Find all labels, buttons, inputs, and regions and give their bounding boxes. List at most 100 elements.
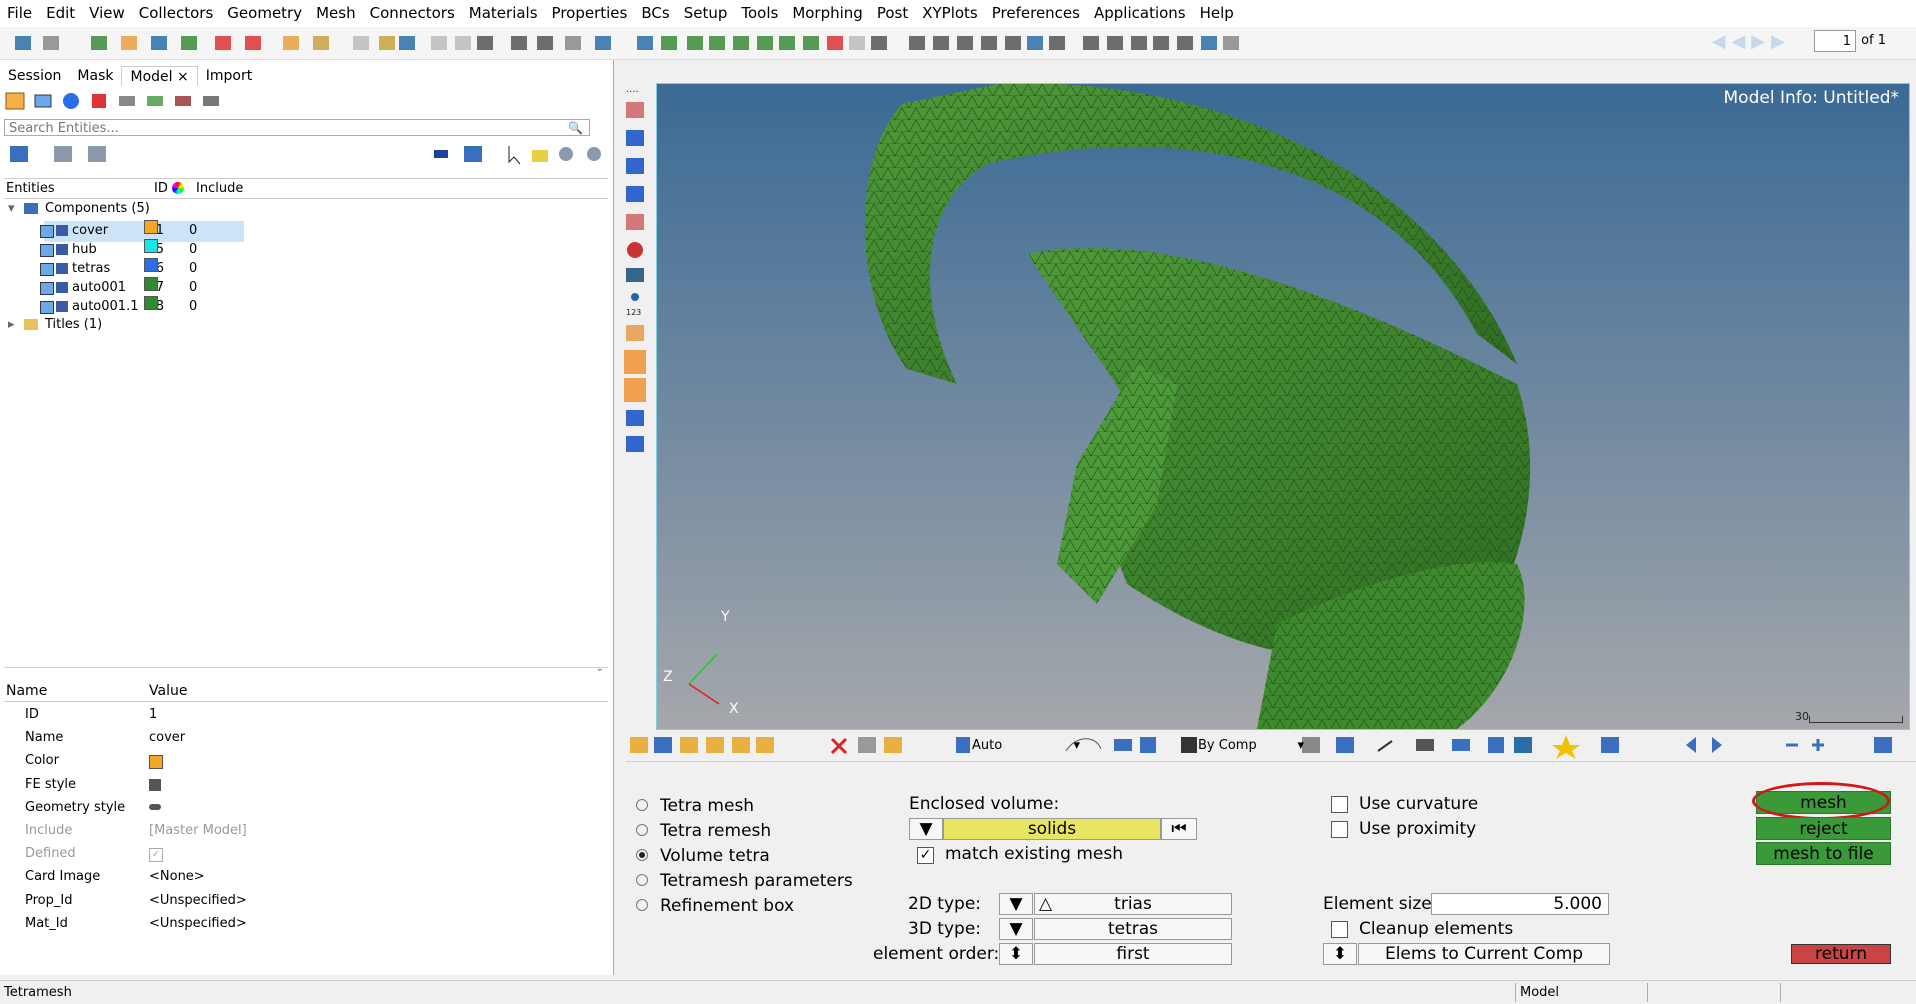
toolbar-tool-icon[interactable] <box>978 32 1000 54</box>
display-mode-select[interactable]: Auto ▾ <box>972 737 1084 755</box>
toolbar-tool-icon[interactable] <box>906 32 928 54</box>
tab-mask[interactable]: Mask <box>69 66 121 86</box>
radio-tetramesh-parameters[interactable]: Tetramesh parameters <box>636 871 853 891</box>
toolbar-tool-icon[interactable] <box>1220 32 1242 54</box>
menu-edit[interactable]: Edit <box>39 0 82 27</box>
toolbar-tool-icon[interactable] <box>1046 32 1068 54</box>
toolbar-tool-icon[interactable] <box>684 32 706 54</box>
component-color-swatch[interactable] <box>144 296 158 310</box>
menu-setup[interactable]: Setup <box>677 0 735 27</box>
expand-icon[interactable]: ▸ <box>8 314 15 336</box>
page-number-field[interactable]: 1 <box>1814 30 1856 52</box>
toolbar-tool-icon[interactable] <box>242 32 264 54</box>
use-curvature-checkbox[interactable] <box>1331 796 1348 813</box>
menu-help[interactable]: Help <box>1193 0 1241 27</box>
elems-to-current-comp[interactable]: Elems to Current Comp <box>1358 943 1610 965</box>
toolbar-tool-icon[interactable] <box>776 32 798 54</box>
radio-tetra-mesh[interactable]: Tetra mesh <box>636 796 754 816</box>
reset-selection-button[interactable]: ⏮ <box>1161 818 1197 840</box>
color-swatch[interactable] <box>149 755 163 770</box>
menu-view[interactable]: View <box>82 0 132 27</box>
close-icon[interactable]: × <box>177 69 189 85</box>
menu-tools[interactable]: Tools <box>734 0 785 27</box>
property-row[interactable]: Mat_Id <Unspecified> <box>4 912 608 935</box>
component-color-swatch[interactable] <box>144 258 158 272</box>
toolbar-tool-icon[interactable] <box>12 32 34 54</box>
toolbar-tool-icon[interactable] <box>1128 32 1150 54</box>
tree-components-group[interactable]: ▾ Components (5) <box>4 198 608 220</box>
type3d-value[interactable]: tetras <box>1034 918 1232 940</box>
tree-titles-group[interactable]: ▸ Titles (1) <box>4 314 608 336</box>
toolbar-tool-icon[interactable] <box>88 32 110 54</box>
component-visibility-icon[interactable] <box>40 301 54 314</box>
toolbar-tool-icon[interactable] <box>534 32 556 54</box>
reject-button[interactable]: reject <box>1756 817 1891 840</box>
toolbar-tool-icon[interactable] <box>1002 32 1024 54</box>
toolbar-tool-icon[interactable] <box>178 32 200 54</box>
menu-materials[interactable]: Materials <box>462 0 545 27</box>
component-visibility-icon[interactable] <box>40 244 54 257</box>
collapse-icon[interactable]: ▾ <box>8 198 15 220</box>
menu-post[interactable]: Post <box>870 0 915 27</box>
component-color-swatch[interactable] <box>144 277 158 291</box>
type2d-dropdown[interactable]: ▼ <box>999 893 1033 915</box>
color-mode-select[interactable]: By Comp ▾ <box>1198 737 1308 755</box>
search-input[interactable]: Search Entities... <box>4 119 590 136</box>
menu-xyplots[interactable]: XYPlots <box>915 0 985 27</box>
search-icon[interactable]: 🔍 <box>568 121 583 135</box>
menu-applications[interactable]: Applications <box>1087 0 1193 27</box>
menu-collectors[interactable]: Collectors <box>132 0 221 27</box>
group-icon[interactable] <box>172 90 194 112</box>
menu-file[interactable]: File <box>0 0 39 27</box>
toolbar-tool-icon[interactable] <box>730 32 752 54</box>
toolbar-tool-icon[interactable] <box>634 32 656 54</box>
toolbar-tool-icon[interactable] <box>310 32 332 54</box>
elems-dest-toggle[interactable]: ⬍ <box>1323 943 1357 965</box>
component-icon[interactable] <box>4 90 26 112</box>
toolbar-tool-icon[interactable] <box>1024 32 1046 54</box>
toolbar-tool-icon[interactable] <box>930 32 952 54</box>
col-entities[interactable]: Entities <box>6 179 55 198</box>
property-row[interactable]: Prop_Id <Unspecified> <box>4 889 608 912</box>
toolbar-tool-icon[interactable] <box>824 32 846 54</box>
panel-splitter[interactable]: ⌄ <box>4 663 608 676</box>
type3d-dropdown[interactable]: ▼ <box>999 918 1033 940</box>
toolbar-tool-icon[interactable] <box>1104 32 1126 54</box>
property-row[interactable]: Defined ✓ <box>4 842 608 865</box>
toolbar-tool-icon[interactable] <box>846 32 868 54</box>
type2d-value[interactable]: △ trias <box>1034 893 1232 915</box>
menu-geometry[interactable]: Geometry <box>220 0 309 27</box>
cleanup-elements-checkbox[interactable] <box>1331 921 1348 938</box>
menu-preferences[interactable]: Preferences <box>985 0 1087 27</box>
tab-session[interactable]: Session <box>0 66 69 86</box>
property-row[interactable]: FE style <box>4 773 608 796</box>
toolbar-tool-icon[interactable] <box>452 32 474 54</box>
property-row[interactable]: Color <box>4 749 608 772</box>
toolbar-tool-icon[interactable] <box>1080 32 1102 54</box>
selector-dropdown[interactable]: ▼ <box>909 818 943 840</box>
material-icon[interactable] <box>60 90 82 112</box>
load-collector-icon[interactable] <box>116 90 138 112</box>
vertical-tool-icons[interactable]: .... 123 <box>620 80 650 460</box>
col-id[interactable]: ID <box>154 179 168 198</box>
component-color-swatch[interactable] <box>144 239 158 253</box>
toolbar-tool-icon[interactable] <box>706 32 728 54</box>
component-visibility-icon[interactable] <box>40 263 54 276</box>
match-existing-checkbox[interactable]: ✓ <box>917 847 934 864</box>
geometry-style-icon[interactable] <box>149 803 161 810</box>
property-row[interactable]: Name cover <box>4 726 608 749</box>
mesh-model[interactable] <box>657 84 1909 729</box>
toolbar-tool-icon[interactable] <box>428 32 450 54</box>
toolbar-tool-icon[interactable] <box>592 32 614 54</box>
tab-model[interactable]: Model × <box>121 66 198 86</box>
property-row[interactable]: Geometry style <box>4 796 608 819</box>
menu-morphing[interactable]: Morphing <box>785 0 870 27</box>
toolbar-tool-icon[interactable] <box>148 32 170 54</box>
toolbar-tool-icon[interactable] <box>868 32 890 54</box>
property-icon[interactable] <box>88 90 110 112</box>
set-icon[interactable] <box>144 90 166 112</box>
toolbar-tool-icon[interactable] <box>212 32 234 54</box>
toolbar-tool-icon[interactable] <box>376 32 398 54</box>
component-visibility-icon[interactable] <box>40 225 54 238</box>
mesh-to-file-button[interactable]: mesh to file <box>1756 842 1891 865</box>
